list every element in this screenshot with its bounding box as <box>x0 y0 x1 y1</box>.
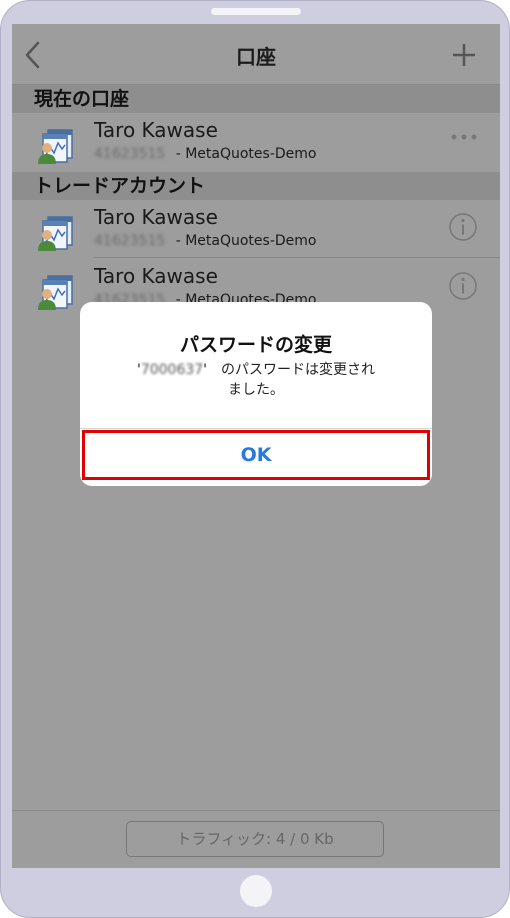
screen: 口座 現在の口座 Taro Kawase 41623515 - MetaQuot… <box>12 24 500 868</box>
dialog-message: '7000637' のパスワードは変更され ました。 <box>80 360 432 400</box>
account-number: 41623515 <box>94 146 166 162</box>
speaker-grille <box>211 8 301 15</box>
account-name: Taro Kawase <box>94 118 218 142</box>
ok-button[interactable]: OK <box>82 430 430 480</box>
home-button[interactable] <box>240 875 272 907</box>
dialog-title: パスワードの変更 <box>179 334 332 356</box>
info-icon[interactable] <box>448 212 478 242</box>
account-name: Taro Kawase <box>94 205 218 229</box>
more-options-icon[interactable] <box>450 133 478 141</box>
password-changed-dialog: パスワードの変更 '7000637' のパスワードは変更され ました。 OK <box>80 302 432 486</box>
section-header-current-account: 現在の口座 <box>12 85 500 113</box>
account-avatar-icon <box>38 216 73 251</box>
account-server: - MetaQuotes-Demo <box>171 146 317 162</box>
page-title: 口座 <box>236 45 276 69</box>
account-row-current[interactable]: Taro Kawase 41623515 - MetaQuotes-Demo <box>12 118 500 177</box>
row-divider <box>94 257 500 258</box>
navigation-bar: 口座 <box>12 24 500 85</box>
phone-frame: 口座 現在の口座 Taro Kawase 41623515 - MetaQuot… <box>0 0 510 918</box>
traffic-button[interactable]: トラフィック: 4 / 0 Kb <box>126 821 384 857</box>
account-number: 41623515 <box>94 233 166 249</box>
account-server: - MetaQuotes-Demo <box>171 233 317 249</box>
section-header-trade-accounts: トレードアカウント <box>12 172 500 200</box>
account-avatar-icon <box>38 275 73 310</box>
dialog-message-line1: のパスワードは変更され <box>207 362 376 378</box>
info-icon[interactable] <box>448 271 478 301</box>
dialog-account-number: 7000637 <box>140 362 204 378</box>
dialog-separator <box>80 428 432 429</box>
account-detail: 41623515 - MetaQuotes-Demo <box>94 146 316 162</box>
dialog-message-line2: ました。 <box>228 382 284 398</box>
account-avatar-icon <box>38 129 73 164</box>
account-detail: 41623515 - MetaQuotes-Demo <box>94 233 316 249</box>
add-account-icon[interactable] <box>453 44 475 66</box>
account-name: Taro Kawase <box>94 264 218 288</box>
account-row-trade-1[interactable]: Taro Kawase 41623515 - MetaQuotes-Demo <box>12 205 500 264</box>
bottom-bar: トラフィック: 4 / 0 Kb <box>12 810 500 868</box>
